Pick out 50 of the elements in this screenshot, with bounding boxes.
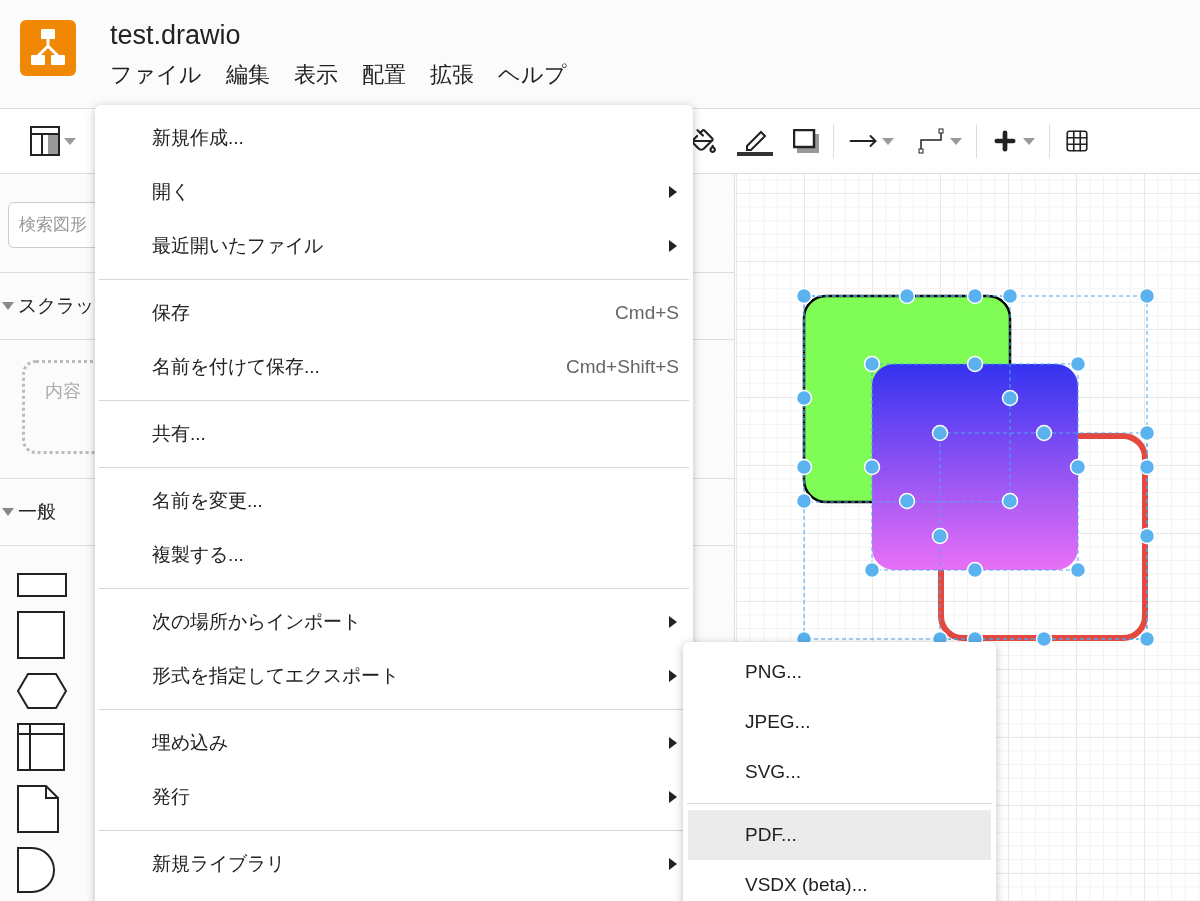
section-title: 一般 [18, 500, 56, 524]
caret-icon [882, 137, 894, 145]
menu-item[interactable]: 編集 [216, 58, 280, 92]
selection-handles-drawing[interactable] [795, 287, 1156, 648]
submenu-arrow-icon [669, 616, 677, 628]
menu-entry[interactable]: VSDX (beta)... [688, 860, 991, 901]
fill-color-icon[interactable] [691, 128, 717, 154]
menu-entry[interactable]: 複製する... [95, 528, 693, 582]
waypoints-icon[interactable] [916, 126, 946, 156]
menu-entry[interactable]: PDF... [688, 810, 991, 860]
menu-entry[interactable]: 名前を変更... [95, 474, 693, 528]
menu-entry[interactable]: PNG... [688, 647, 991, 697]
caret-icon [950, 137, 962, 145]
collapse-icon[interactable] [2, 508, 14, 516]
menu-item[interactable]: 拡張 [420, 58, 484, 92]
menu-entry[interactable]: 新規作成... [95, 111, 693, 165]
submenu-arrow-icon [669, 186, 677, 198]
square-shape-icon[interactable] [16, 610, 68, 660]
menu-entry[interactable]: 名前を付けて保存... Cmd+Shift+S [95, 340, 693, 394]
menu-entry[interactable]: 最近開いたファイル [95, 219, 693, 273]
menu-item[interactable]: 表示 [284, 58, 348, 92]
menu-entry[interactable]: 次の場所からインポート [95, 595, 693, 649]
submenu-arrow-icon [669, 858, 677, 870]
submenu-arrow-icon [669, 240, 677, 252]
file-title[interactable]: test.drawio [110, 20, 577, 50]
app-logo [20, 20, 76, 76]
caret-icon [1023, 137, 1035, 145]
menu-item[interactable]: 配置 [352, 58, 416, 92]
table-shape-icon[interactable] [16, 722, 68, 772]
submenu-arrow-icon [669, 791, 677, 803]
table-icon[interactable] [1064, 128, 1090, 154]
section-title: スクラッ [18, 294, 94, 318]
submenu-arrow-icon [669, 737, 677, 749]
shadow-icon[interactable] [793, 129, 819, 153]
layout-icon[interactable] [30, 126, 60, 156]
menu-entry[interactable]: JPEG... [688, 697, 991, 747]
menu-entry[interactable]: 保存 Cmd+S [95, 286, 693, 340]
collapse-icon[interactable] [2, 302, 14, 310]
caret-icon [64, 137, 76, 145]
rectangle-shape-icon[interactable] [16, 572, 68, 598]
drop-hint: 内容 [45, 381, 81, 401]
menu-entry[interactable]: SVG... [688, 747, 991, 797]
shortcut-label: Cmd+S [615, 302, 679, 324]
menu-entry[interactable]: 共有... [95, 407, 693, 461]
menu-item[interactable]: ファイル [100, 58, 212, 92]
shortcut-label: Cmd+Shift+S [566, 356, 679, 378]
menu-item[interactable]: ヘルプ [488, 58, 577, 92]
submenu-arrow-icon [669, 670, 677, 682]
hexagon-shape-icon[interactable] [16, 672, 68, 710]
menu-entry[interactable]: 開く [95, 165, 693, 219]
